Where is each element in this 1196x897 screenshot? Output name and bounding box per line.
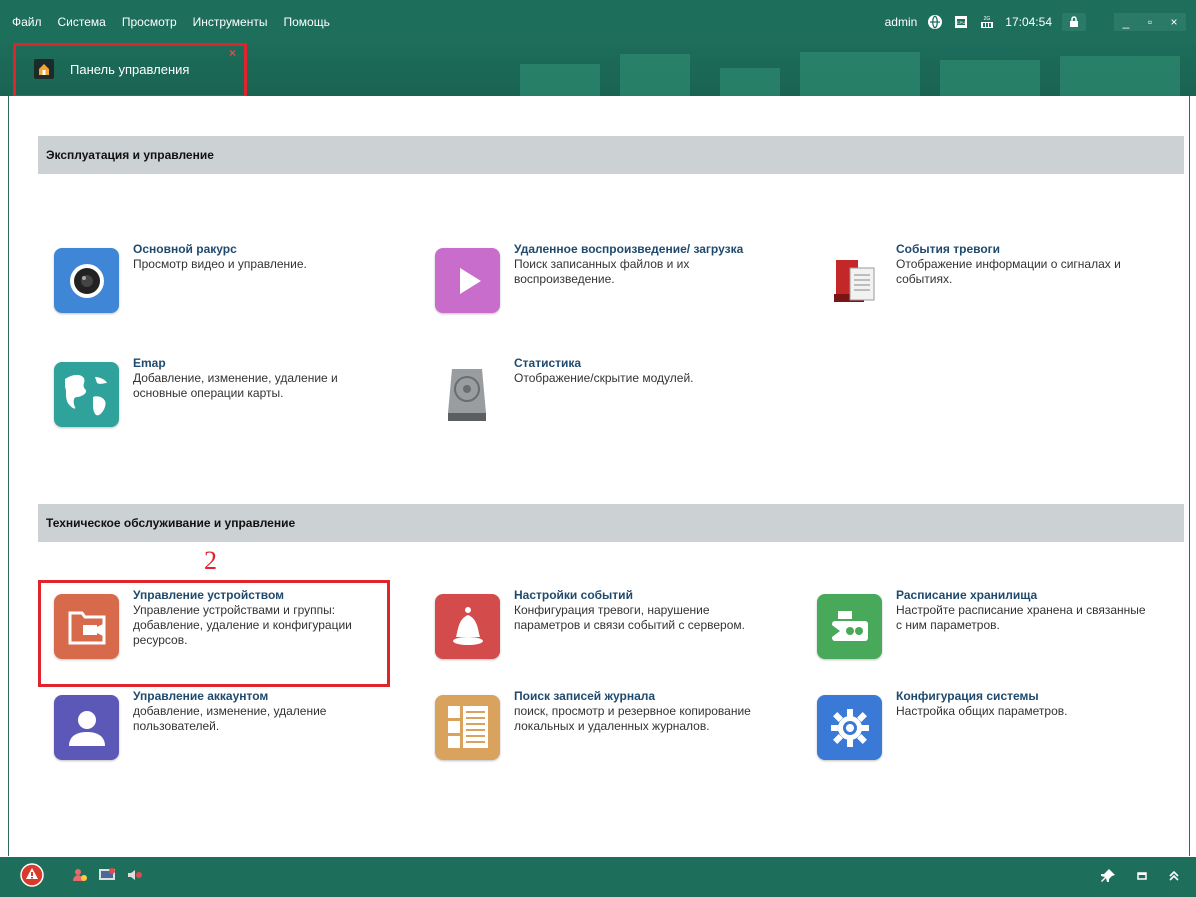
minimize-button[interactable]: _ xyxy=(1114,13,1138,31)
user-alert-icon[interactable] xyxy=(72,867,88,888)
play-icon xyxy=(435,248,500,313)
tile-description: Настройка общих параметров. xyxy=(896,704,1068,718)
status-bar xyxy=(0,857,1196,897)
tile-title[interactable]: Удаленное воспроизведение/ загрузка xyxy=(514,242,744,257)
tile-description: добавление, изменение, удаление пользова… xyxy=(133,704,327,733)
pin-icon[interactable] xyxy=(1100,868,1116,887)
tile-device-management[interactable]: Управление устройством Управление устрой… xyxy=(54,588,383,659)
clock: 17:04:54 xyxy=(1005,15,1052,29)
world-map-icon xyxy=(54,362,119,427)
section-header-maintenance: Техническое обслуживание и управление xyxy=(38,504,1184,542)
svg-text:2G: 2G xyxy=(984,16,991,22)
maximize-button[interactable]: ▫ xyxy=(1138,13,1162,31)
alarm-warning-icon[interactable] xyxy=(20,862,44,892)
collapse-up-icon[interactable] xyxy=(1168,869,1180,885)
tile-title[interactable]: Управление устройством xyxy=(133,588,383,603)
tile-main-view[interactable]: Основной ракурс Просмотр видео и управле… xyxy=(54,242,395,313)
tile-description: Управление устройствами и группы: добавл… xyxy=(133,603,352,647)
tile-statistics[interactable]: Статистика Отображение/скрытие модулей. xyxy=(435,356,776,427)
user-icon xyxy=(54,695,119,760)
monitor-alert-icon[interactable] xyxy=(98,867,116,888)
tile-title[interactable]: Emap xyxy=(133,356,395,371)
tile-title[interactable]: Расписание хранилища xyxy=(896,588,1146,603)
annotation-number-2: 2 xyxy=(204,546,217,575)
gear-icon xyxy=(817,695,882,760)
camera-lens-icon xyxy=(54,248,119,313)
tile-title[interactable]: События тревоги xyxy=(896,242,1166,257)
hard-disk-icon xyxy=(435,362,500,427)
tile-description: Отображение/скрытие модулей. xyxy=(514,371,694,385)
tile-description: Конфигурация тревоги, нарушение параметр… xyxy=(514,603,745,632)
tile-alarm-events[interactable]: События тревоги Отображение информации о… xyxy=(817,242,1166,313)
tile-description: Настройте расписание хранена и связанные… xyxy=(896,603,1146,632)
cpu-icon: CPU xyxy=(953,14,969,30)
status-area: admin CPU 2G 17:04:54 _ ▫ × xyxy=(885,0,1186,44)
tile-description: Добавление, изменение, удаление и основн… xyxy=(133,371,338,400)
device-folder-icon xyxy=(54,594,119,659)
memory-icon: 2G xyxy=(979,14,995,30)
svg-text:CPU: CPU xyxy=(957,20,966,25)
tile-log-search[interactable]: Поиск записей журнала поиск, просмотр и … xyxy=(435,689,779,760)
menu-view[interactable]: Просмотр xyxy=(120,0,179,44)
tile-description: Просмотр видео и управление. xyxy=(133,257,307,271)
close-button[interactable]: × xyxy=(1162,13,1186,31)
network-icon xyxy=(927,14,943,30)
section-title: Эксплуатация и управление xyxy=(46,148,214,162)
tile-title[interactable]: Основной ракурс xyxy=(133,242,395,257)
tile-event-settings[interactable]: Настройки событий Конфигурация тревоги, … xyxy=(435,588,764,659)
menu-file[interactable]: Файл xyxy=(10,0,44,44)
window-restore-icon[interactable] xyxy=(1136,869,1148,885)
tile-storage-schedule[interactable]: Расписание хранилища Настройте расписани… xyxy=(817,588,1146,659)
menu-help[interactable]: Помощь xyxy=(281,0,331,44)
section-header-operations: Эксплуатация и управление xyxy=(38,136,1184,174)
section-title: Техническое обслуживание и управление xyxy=(46,516,296,530)
lock-button[interactable] xyxy=(1062,13,1086,31)
tile-title[interactable]: Настройки событий xyxy=(514,588,764,603)
log-list-icon xyxy=(435,695,500,760)
highlight-box-tab xyxy=(13,43,247,98)
tile-description: Поиск записанных файлов и их воспроизвед… xyxy=(514,257,690,286)
lock-icon xyxy=(1070,16,1078,27)
tape-recorder-icon xyxy=(817,594,882,659)
tile-title[interactable]: Управление аккаунтом xyxy=(133,689,383,704)
tile-description: поиск, просмотр и резервное копирование … xyxy=(514,704,751,733)
tile-title[interactable]: Конфигурация системы xyxy=(896,689,1146,704)
bell-icon xyxy=(435,594,500,659)
tile-system-configuration[interactable]: Конфигурация системы Настройка общих пар… xyxy=(817,689,1146,760)
tile-description: Отображение информации о сигналах и собы… xyxy=(896,257,1121,286)
tile-emap[interactable]: Emap Добавление, изменение, удаление и о… xyxy=(54,356,395,427)
tile-remote-playback[interactable]: Удаленное воспроизведение/ загрузка Поис… xyxy=(435,242,776,313)
tile-title[interactable]: Статистика xyxy=(514,356,776,371)
speaker-mute-icon[interactable] xyxy=(126,867,144,888)
tile-title[interactable]: Поиск записей журнала xyxy=(514,689,779,704)
menu-tools[interactable]: Инструменты xyxy=(191,0,270,44)
alarm-siren-icon xyxy=(817,248,882,313)
username[interactable]: admin xyxy=(885,15,918,29)
menu-system[interactable]: Система xyxy=(56,0,108,44)
tile-account-management[interactable]: Управление аккаунтом добавление, изменен… xyxy=(54,689,383,760)
